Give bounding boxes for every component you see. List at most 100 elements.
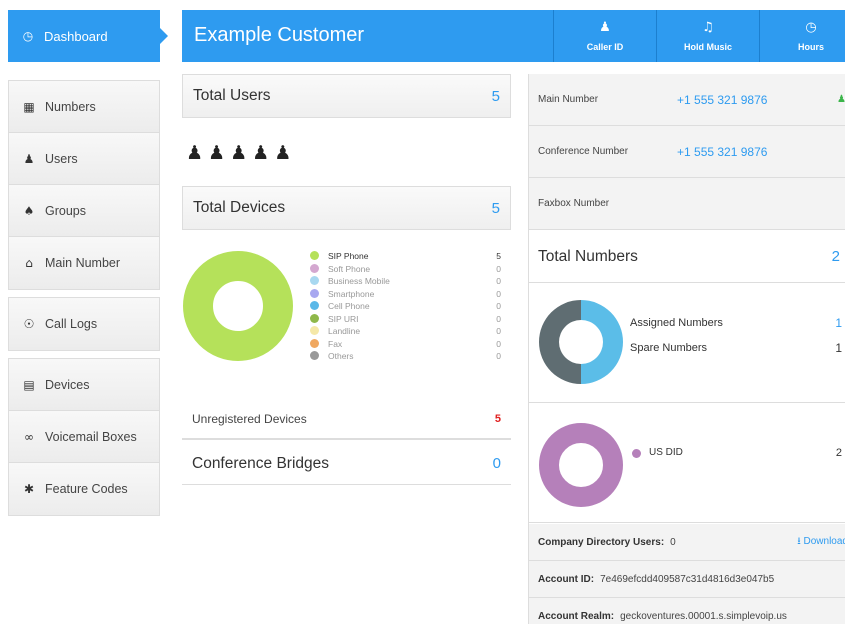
- us-did-slice: [539, 423, 623, 507]
- assigned-spare-panel: Assigned Numbers 1 Spare Numbers 1: [529, 283, 845, 403]
- users-icon: ♟: [23, 151, 35, 166]
- account-id-value: 7e469efcdd409587c31d4816d3e047b5: [600, 573, 775, 585]
- legend-item[interactable]: SIP URI 0: [310, 313, 505, 326]
- conference-number-row[interactable]: Conference Number +1 555 321 9876: [529, 126, 845, 178]
- legend-item[interactable]: Smartphone 0: [310, 288, 505, 301]
- gauge-icon: ◷: [22, 29, 34, 43]
- legend-dot: [310, 338, 319, 348]
- sidebar-item-call-logs[interactable]: ☉ Call Logs: [9, 298, 159, 350]
- legend-item[interactable]: Fax 0: [310, 338, 505, 351]
- legend-dot: [310, 313, 319, 323]
- sidebar-group-main: ▦ Numbers ♟ Users ♠ Groups ⌂ Main Number: [8, 80, 160, 290]
- legend-count: 0: [496, 326, 501, 336]
- sidebar-item-devices[interactable]: ▤ Devices: [9, 359, 159, 411]
- header-bar: Example Customer ♟ Caller ID ♫ Hold Musi…: [182, 10, 845, 62]
- grid-icon: ▦: [23, 99, 35, 114]
- sidebar-item-label: Devices: [45, 377, 90, 392]
- legend-dot: [310, 263, 319, 273]
- hours-label: Hours: [797, 42, 824, 52]
- group-icon: ♠: [23, 203, 35, 218]
- caller-id-button[interactable]: ♟ Caller ID: [553, 10, 656, 62]
- legend-item[interactable]: Cell Phone 0: [310, 300, 505, 313]
- directory-users-value: 0: [670, 536, 676, 548]
- user-icon: ♟: [837, 94, 845, 105]
- sidebar-item-main-number[interactable]: ⌂ Main Number: [9, 237, 159, 289]
- music-icon: ♫: [702, 20, 714, 35]
- conference-bridges-label: Conference Bridges: [192, 454, 329, 472]
- user-figure-icon: ♟: [252, 142, 271, 164]
- conference-number-value[interactable]: +1 555 321 9876: [677, 145, 767, 159]
- user-figures: ♟ ♟ ♟ ♟ ♟: [186, 142, 296, 164]
- devices-donut-chart: [183, 251, 293, 361]
- hold-music-button[interactable]: ♫ Hold Music: [656, 10, 759, 62]
- legend-label: SIP URI: [328, 313, 359, 324]
- sidebar-item-users[interactable]: ♟ Users: [9, 133, 159, 185]
- us-did-dot: [632, 449, 641, 458]
- legend-item[interactable]: Business Mobile 0: [310, 275, 505, 288]
- legend-dot: [310, 288, 319, 298]
- sidebar-item-label: Feature Codes: [45, 482, 128, 496]
- account-id-row: Account ID: 7e469efcdd409587c31d4816d3e0…: [529, 561, 845, 598]
- legend-item[interactable]: SIP Phone 5: [310, 250, 505, 263]
- legend-dot: [310, 251, 319, 260]
- us-did-label: US DID: [649, 447, 683, 458]
- legend-item[interactable]: Landline 0: [310, 325, 505, 338]
- user-figure-icon: ♟: [186, 142, 205, 164]
- total-numbers-header[interactable]: Total Numbers 2: [529, 231, 845, 283]
- voicemail-icon: ∞: [24, 429, 34, 444]
- user-figure-icon: ♟: [208, 142, 227, 164]
- conference-bridges-row[interactable]: Conference Bridges 0: [182, 443, 511, 485]
- caller-id-label: Caller ID: [586, 42, 624, 52]
- faxbox-number-label: Faxbox Number: [538, 198, 610, 209]
- sidebar-item-voicemail-boxes[interactable]: ∞ Voicemail Boxes: [9, 411, 159, 463]
- sidebar-item-label: Groups: [45, 203, 86, 218]
- legend-label: Business Mobile: [328, 276, 390, 286]
- assigned-numbers-value: 1: [835, 316, 842, 330]
- sidebar-item-groups[interactable]: ♠ Groups: [9, 185, 159, 237]
- legend-count: 0: [496, 263, 501, 274]
- legend-item[interactable]: Others 0: [310, 350, 505, 363]
- total-numbers-value: 2: [831, 248, 840, 265]
- call-logs-icon: ☉: [23, 317, 35, 331]
- unregistered-devices-label: Unregistered Devices: [192, 412, 307, 426]
- donut-sip-phone-slice: [183, 251, 293, 361]
- account-realm-row: Account Realm: geckoventures.00001.s.sim…: [529, 598, 845, 624]
- conference-number-label: Conference Number: [538, 146, 629, 157]
- sidebar-item-label: Voicemail Boxes: [45, 429, 137, 444]
- total-devices-value: 5: [491, 199, 500, 217]
- asterisk-icon: ✱: [23, 482, 35, 496]
- hold-music-label: Hold Music: [683, 42, 732, 52]
- main-number-row[interactable]: Main Number +1 555 321 9876 ♟: [529, 74, 845, 126]
- directory-users-label: Company Directory Users:: [538, 536, 665, 548]
- spare-numbers-label: Spare Numbers: [630, 342, 708, 354]
- legend-item[interactable]: Soft Phone 0: [310, 263, 505, 276]
- faxbox-number-row[interactable]: Faxbox Number: [529, 178, 845, 230]
- legend-count: 5: [496, 251, 501, 261]
- sidebar-item-label: Numbers: [45, 99, 96, 114]
- device-icon: ▤: [23, 377, 35, 392]
- legend-count: 0: [496, 288, 501, 299]
- hours-button[interactable]: ◷ Hours: [759, 10, 845, 62]
- legend-dot: [310, 301, 319, 310]
- legend-label: Cell Phone: [328, 301, 370, 311]
- legend-dot: [310, 351, 319, 360]
- download-link[interactable]: ⭳ Download: [797, 534, 845, 551]
- legend-label: Others: [328, 351, 354, 361]
- legend-count: 0: [496, 276, 501, 286]
- sidebar-item-feature-codes[interactable]: ✱ Feature Codes: [9, 463, 159, 515]
- total-users-value: 5: [491, 87, 500, 105]
- legend-dot: [310, 326, 319, 335]
- sidebar-item-numbers[interactable]: ▦ Numbers: [9, 81, 159, 133]
- legend-count: 0: [496, 313, 501, 324]
- unregistered-devices-row[interactable]: Unregistered Devices 5: [182, 400, 511, 440]
- total-devices-header[interactable]: Total Devices 5: [182, 186, 511, 230]
- spare-slice: [539, 300, 581, 384]
- total-users-header[interactable]: Total Users 5: [182, 74, 511, 118]
- account-realm-label: Account Realm:: [538, 610, 615, 622]
- sidebar-item-label: Dashboard: [44, 28, 108, 44]
- total-numbers-label: Total Numbers: [538, 247, 638, 265]
- account-id-label: Account ID:: [538, 573, 595, 585]
- main-number-value[interactable]: +1 555 321 9876: [677, 93, 767, 107]
- sidebar-item-dashboard[interactable]: ◷ Dashboard: [8, 10, 168, 62]
- download-icon: ⭳: [797, 535, 801, 547]
